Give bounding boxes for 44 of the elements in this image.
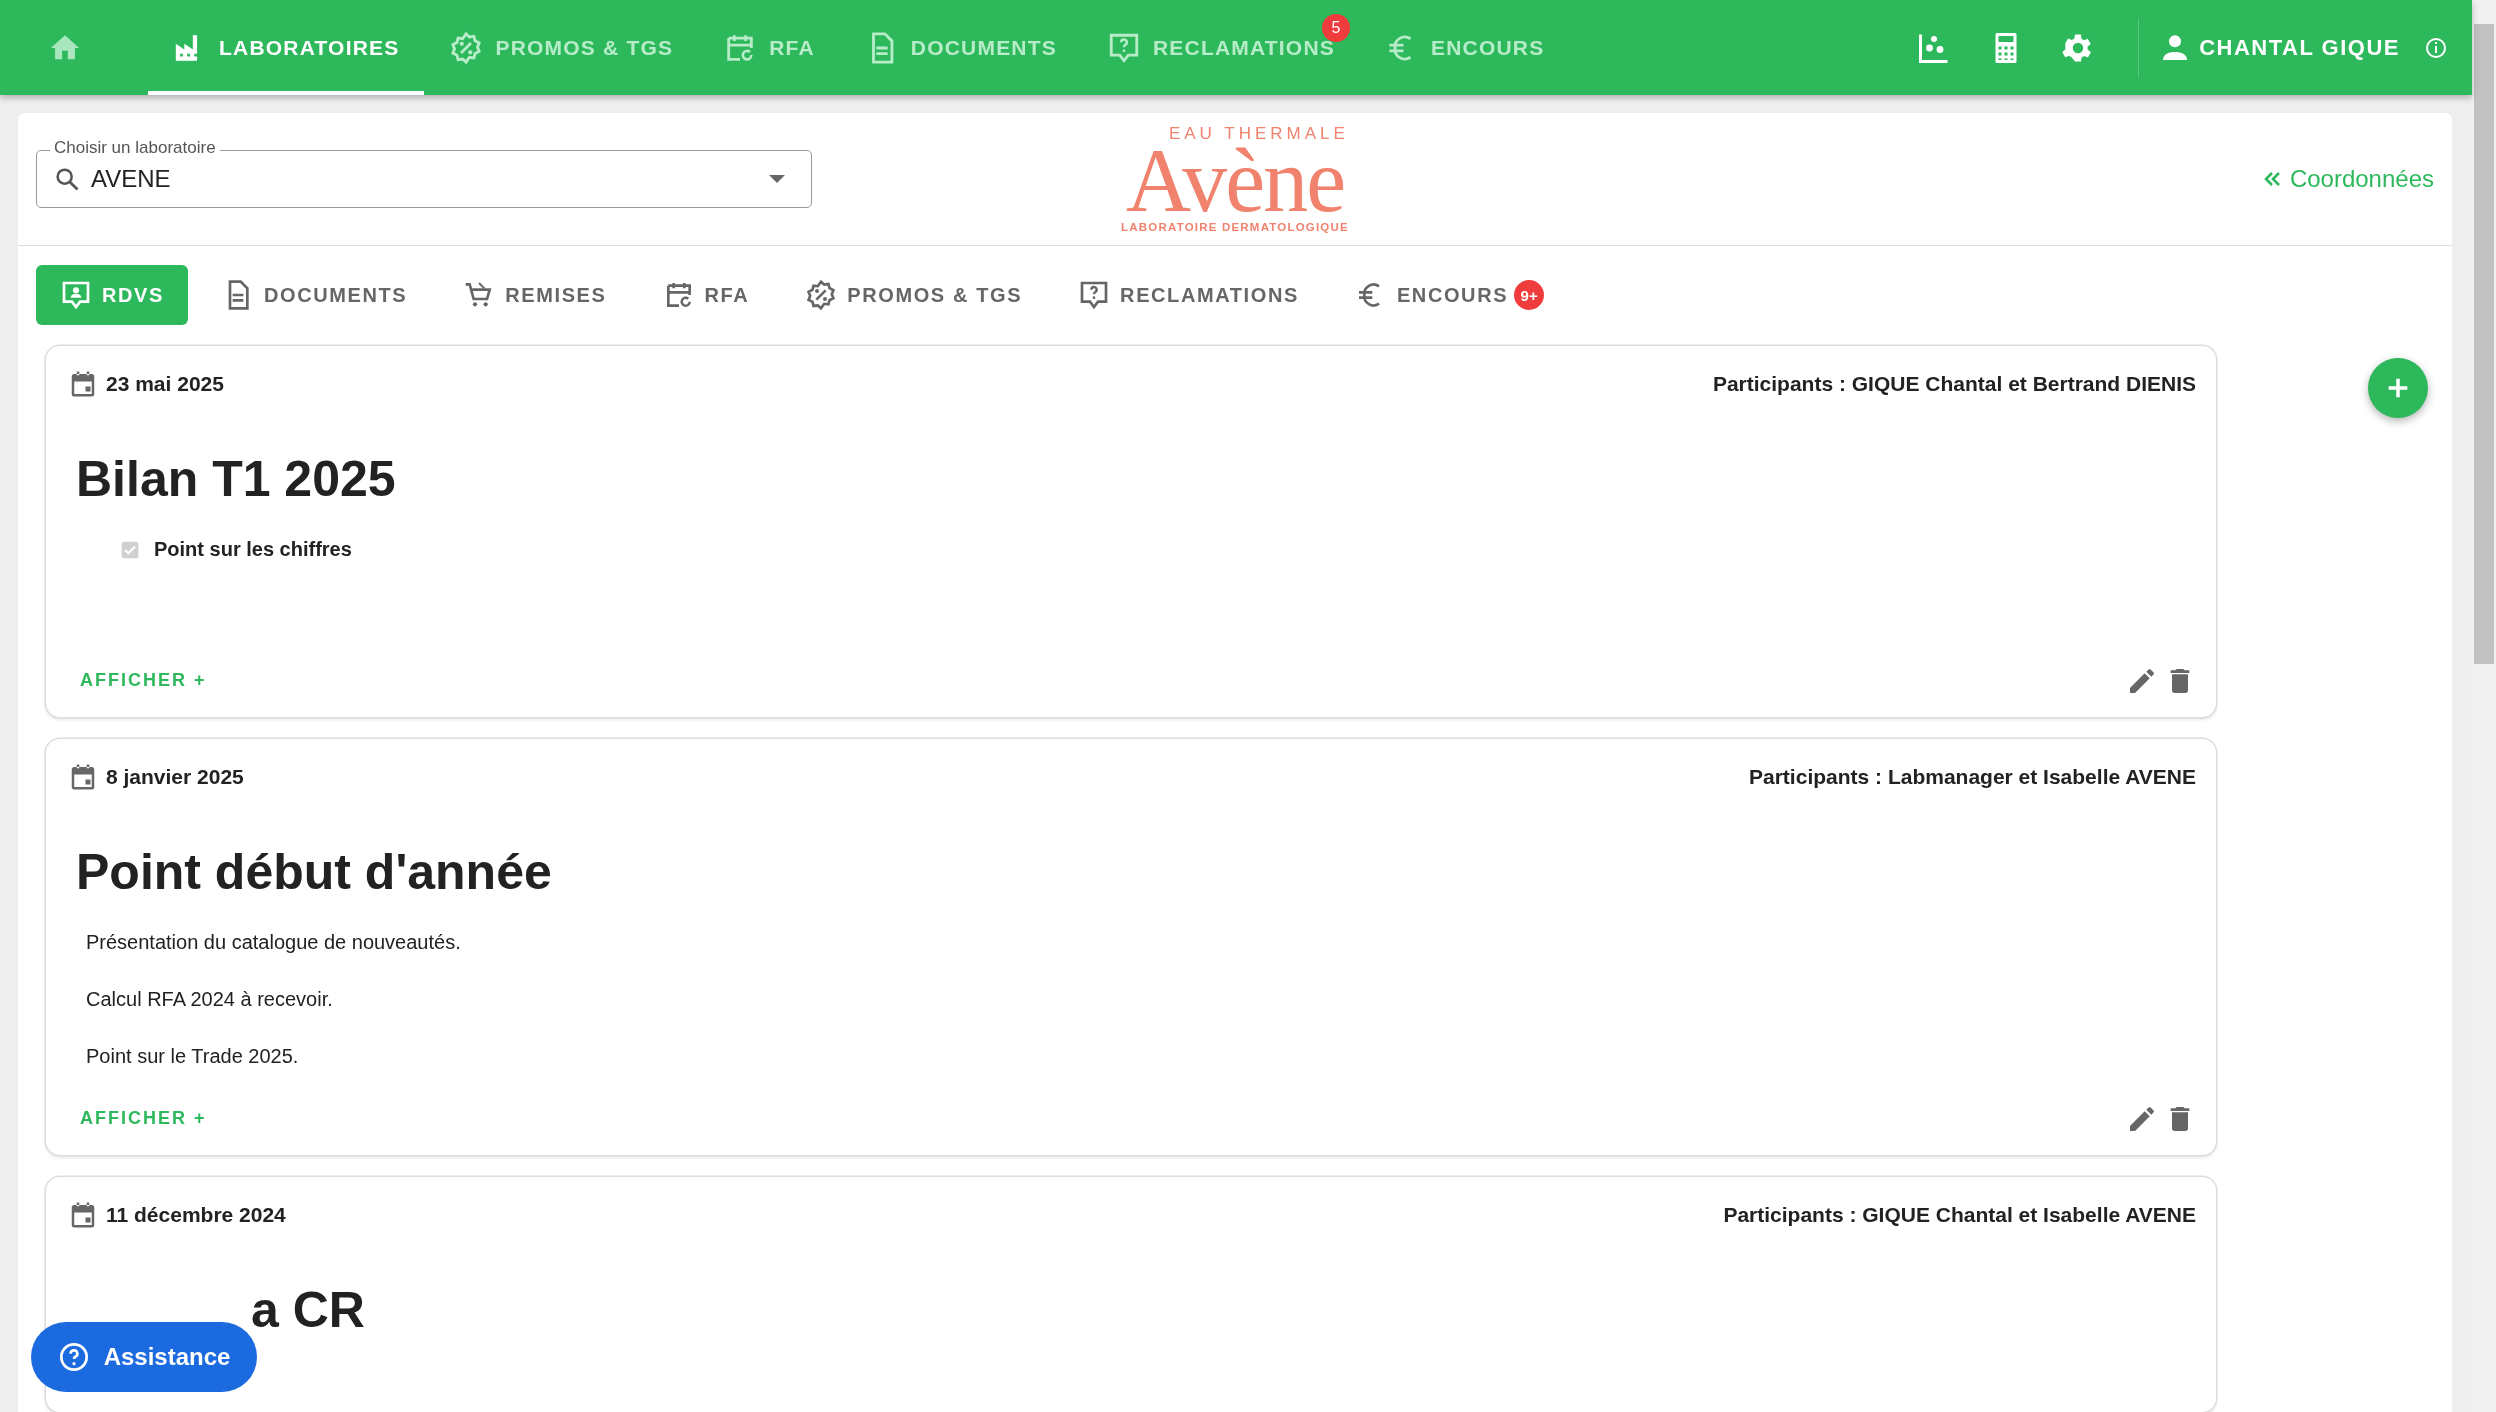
chat-icon: [60, 279, 92, 311]
participants-text: Participants : GIQUE Chantal et Isabelle AVENE: [1723, 1203, 2196, 1227]
nav-tab[interactable]: RFA: [698, 0, 840, 95]
info-icon: [2424, 35, 2448, 60]
caret-icon: [769, 175, 785, 183]
tab[interactable]: ENCOURS 9+: [1330, 265, 1567, 325]
notification-badge: 5: [1322, 14, 1350, 42]
checklist-label: Point sur les chiffres: [154, 538, 352, 561]
nav-tab[interactable]: DOCUMENTS: [839, 0, 1082, 95]
show-more-button[interactable]: AFFICHER +: [68, 664, 219, 697]
tab[interactable]: RDVS: [36, 265, 188, 325]
logo-subtitle: LABORATOIRE DERMATOLOGIQUE: [1121, 221, 1349, 234]
tab[interactable]: DOCUMENTS: [197, 265, 430, 325]
checkbox[interactable]: [120, 539, 140, 560]
add-button[interactable]: [2368, 358, 2428, 418]
nav-tab[interactable]: PROMOS & TGS: [424, 0, 699, 95]
nav-tab[interactable]: LABORATOIRES: [148, 0, 425, 95]
percent-badge-icon: [449, 30, 484, 65]
meeting-date: 11 décembre 2024: [106, 1203, 286, 1227]
tab[interactable]: PROMOS & TGS: [781, 265, 1045, 325]
note-text: Point sur le Trade 2025.: [86, 1045, 300, 1068]
tab[interactable]: REMISES: [439, 265, 629, 325]
meeting-title: Point début d'année: [76, 843, 553, 901]
logo-tagline: EAU THERMALE: [1168, 124, 1349, 142]
count-badge: 9+: [1514, 280, 1545, 310]
meeting-date: 23 mai 2025: [106, 372, 224, 396]
user-menu-button[interactable]: CHANTAL GIQUE: [2159, 31, 2400, 64]
tab[interactable]: RFA: [638, 265, 772, 325]
contact-link[interactable]: Coordonnées: [2259, 165, 2434, 193]
note-text: Calcul RFA 2024 à recevoir.: [86, 988, 334, 1011]
help-icon: [57, 1341, 90, 1373]
note-text: Présentation du catalogue de nouveautés.: [86, 931, 462, 954]
show-more-button[interactable]: AFFICHER +: [68, 1102, 219, 1135]
scrollbar-thumb[interactable]: [2474, 24, 2494, 664]
nav-tab[interactable]: ENCOURS: [1360, 0, 1570, 95]
tab[interactable]: RECLAMATIONS: [1054, 265, 1321, 325]
percent-badge-icon: [805, 279, 838, 311]
field-value: AVENE: [91, 165, 172, 193]
meeting-title: Bilan T1 2025: [76, 450, 397, 508]
participants-text: Participants : Labmanager et Isabelle AVENE: [1749, 765, 2196, 789]
search-icon: [53, 165, 81, 193]
participants-text: Participants : GIQUE Chantal et Bertrand DIENIS: [1712, 372, 2196, 396]
logo-wordmark: Avène: [1125, 141, 1345, 220]
meeting-date: 8 janvier 2025: [106, 765, 244, 789]
